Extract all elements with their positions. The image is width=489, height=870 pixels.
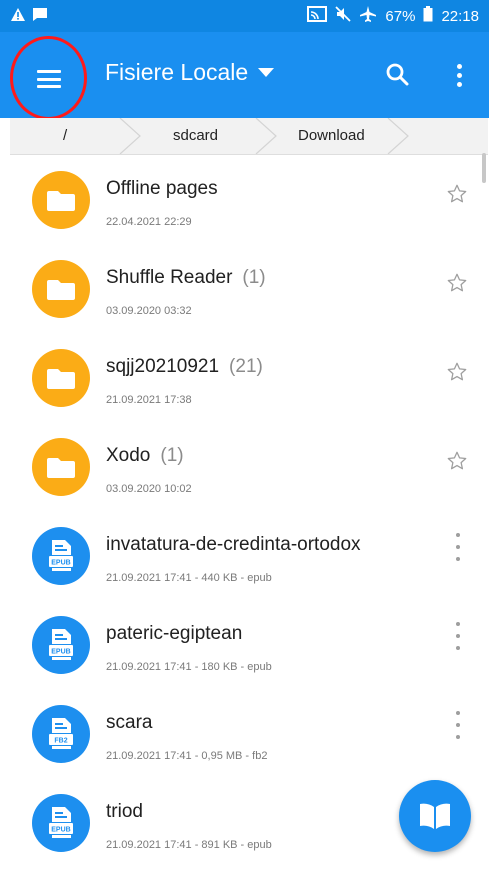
breadcrumb-root[interactable]: / [63,118,67,154]
search-button[interactable] [380,57,416,93]
status-bar: 67% 22:18 [0,0,489,32]
search-icon [386,63,409,86]
folder-icon [32,438,90,496]
item-more-button[interactable] [454,711,462,739]
item-more-button[interactable] [454,622,462,650]
clock: 22:18 [441,7,479,25]
ebook-file-icon: FB2 [32,705,90,763]
item-meta: 03.09.2020 03:32 [106,305,192,317]
item-meta: 21.09.2021 17:41 - 440 KB - epub [106,572,272,584]
mute-icon [335,6,352,26]
star-icon[interactable] [446,272,468,294]
reader-fab-button[interactable] [399,780,471,852]
menu-button[interactable] [12,44,86,114]
app-title: Fisiere Locale [105,59,249,85]
list-item[interactable]: Offline pages 22.04.2021 22:29 [10,155,488,244]
list-item[interactable]: sqjj20210921 (21) 21.09.2021 17:38 [10,333,488,422]
item-name: Shuffle Reader (1) [106,267,266,288]
item-more-button[interactable] [454,533,462,561]
list-item[interactable]: FB2 scara 21.09.2021 17:41 - 0,95 MB - f… [10,689,488,778]
caret-down-icon [258,68,275,77]
battery-icon [423,6,433,26]
svg-text:EPUB: EPUB [51,560,70,567]
breadcrumb-sdcard[interactable]: sdcard [173,118,218,154]
item-meta: 21.09.2021 17:41 - 891 KB - epub [106,839,272,851]
scrollbar[interactable] [482,153,486,183]
app-bar: Fisiere Locale [0,32,489,120]
breadcrumb-download[interactable]: Download [298,118,365,154]
more-vert-icon [456,711,460,715]
more-vert-icon [456,63,462,69]
folder-icon [32,349,90,407]
item-name: sqjj20210921 (21) [106,356,263,377]
status-left [10,7,48,27]
item-name: Xodo (1) [106,445,184,466]
item-meta: 21.09.2021 17:41 - 0,95 MB - fb2 [106,750,268,762]
battery-percent: 67% [385,7,416,25]
cast-icon [307,6,328,26]
breadcrumb-separator-icon [255,118,277,154]
hamburger-menu-icon [37,70,61,88]
ebook-file-icon: EPUB [32,794,90,852]
star-icon[interactable] [446,450,468,472]
location-dropdown[interactable]: Fisiere Locale [105,59,275,86]
item-meta: 03.09.2020 10:02 [106,483,192,495]
airplane-icon [359,6,377,26]
item-name: Offline pages [106,178,218,199]
svg-text:EPUB: EPUB [51,649,70,656]
message-icon [32,7,48,27]
item-meta: 22.04.2021 22:29 [106,216,192,228]
star-icon[interactable] [446,361,468,383]
more-vert-icon [456,622,460,626]
breadcrumb-separator-icon [119,118,141,154]
star-icon[interactable] [446,183,468,205]
item-meta: 21.09.2021 17:38 [106,394,192,406]
item-meta: 21.09.2021 17:41 - 180 KB - epub [106,661,272,673]
breadcrumb-separator-icon [387,118,409,154]
ebook-file-icon: EPUB [32,616,90,674]
list-item[interactable]: Shuffle Reader (1) 03.09.2020 03:32 [10,244,488,333]
open-book-icon [420,803,450,829]
item-name: invatatura-de-credinta-ortodox [106,534,361,555]
svg-text:EPUB: EPUB [51,827,70,834]
item-name: pateric-egiptean [106,623,243,644]
ebook-file-icon: EPUB [32,527,90,585]
svg-text:FB2: FB2 [54,738,67,745]
list-item[interactable]: Xodo (1) 03.09.2020 10:02 [10,422,488,511]
item-name: scara [106,712,153,733]
more-options-button[interactable] [447,57,471,93]
list-item[interactable]: EPUB invatatura-de-credinta-ortodox 21.0… [10,511,488,600]
folder-icon [32,171,90,229]
more-vert-icon [456,533,460,537]
breadcrumb: / sdcard Download [10,118,488,155]
list-item[interactable]: EPUB pateric-egiptean 21.09.2021 17:41 -… [10,600,488,689]
warning-icon [10,7,26,27]
folder-icon [32,260,90,318]
status-right: 67% 22:18 [307,6,479,26]
item-name: triod [106,801,143,822]
